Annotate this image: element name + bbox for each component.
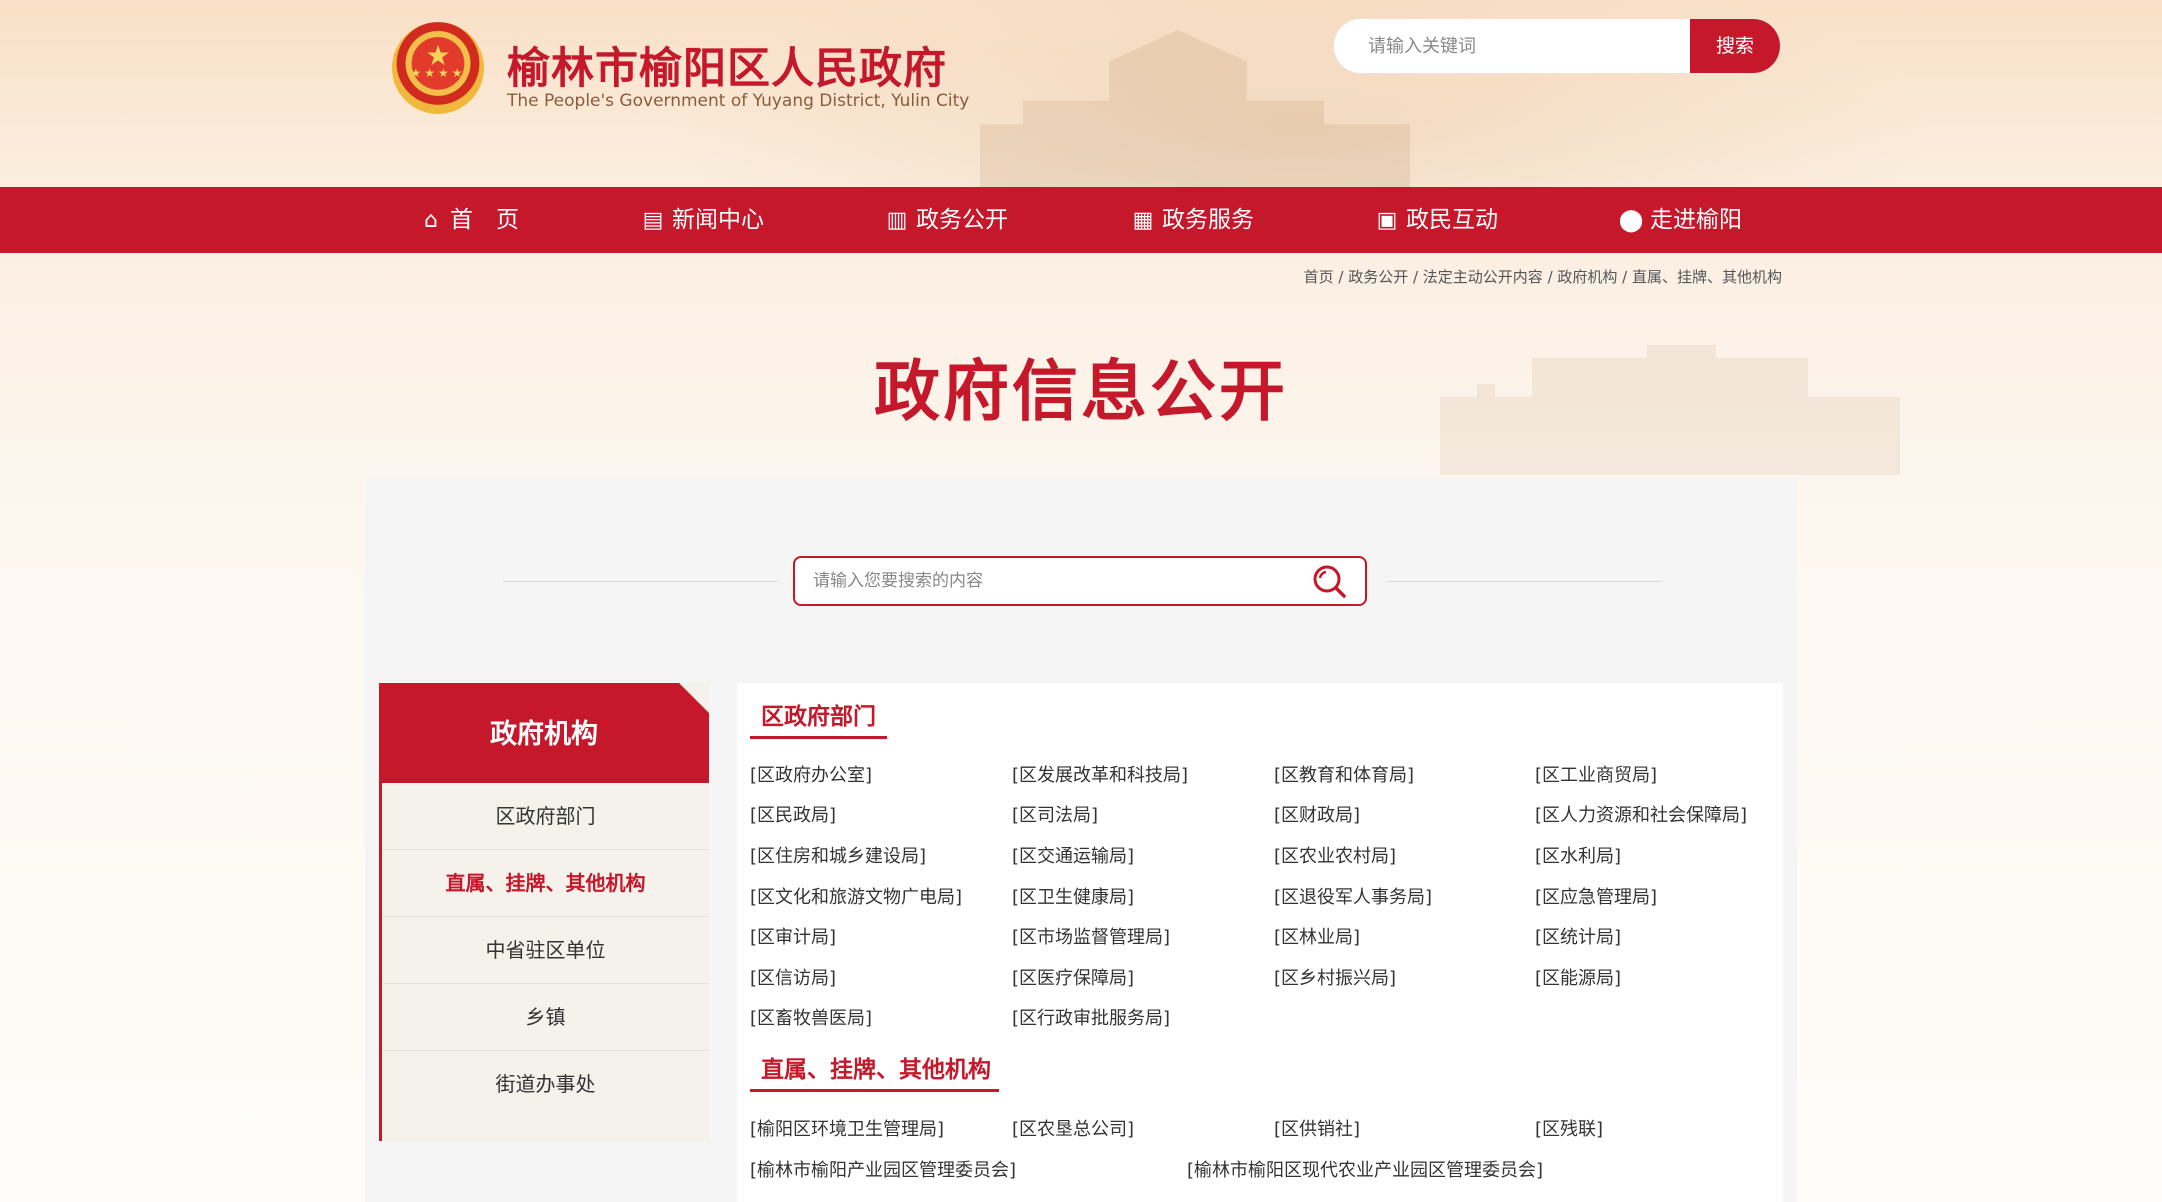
list-item[interactable]: [区工业商贸局] [1535, 761, 1657, 787]
keyword-search-input[interactable] [1334, 19, 1664, 73]
list-item[interactable]: [榆林市榆阳产业园区管理委员会] [750, 1156, 1016, 1182]
sidebar-item-affiliated-agencies[interactable]: 直属、挂牌、其他机构 [382, 850, 709, 917]
list-item[interactable]: [区水利局] [1535, 842, 1621, 868]
page-title: 政府信息公开 [874, 352, 1288, 430]
national-emblem-icon: ★ ★★★★ [392, 22, 484, 114]
list-item[interactable]: [区农业农村局] [1274, 842, 1396, 868]
list-item[interactable]: [榆阳区环境卫生管理局] [750, 1115, 944, 1141]
site-header: ★ ★★★★ 榆林市榆阳区人民政府 The People's Governmen… [0, 0, 2162, 187]
divider-right [1387, 581, 1662, 582]
divider-left [503, 581, 778, 582]
main-card: 政府机构 区政府部门 直属、挂牌、其他机构 中省驻区单位 乡镇 街道办事处 区政… [365, 478, 1797, 1202]
main-nav: ⌂ 首 页 ▤ 新闻中心 ▥ 政务公开 ▦ 政务服务 ▣ 政民互动 ⬤ 走进榆阳 [0, 187, 2162, 253]
home-icon: ⌂ [424, 208, 438, 233]
nav-item-gov-affairs[interactable]: ▥ 政务公开 [884, 187, 1008, 253]
list-item[interactable]: [区乡村振兴局] [1274, 964, 1396, 990]
list-item[interactable]: [区文化和旅游文物广电局] [750, 883, 962, 909]
sidebar-item-district-departments[interactable]: 区政府部门 [382, 783, 709, 850]
sidebar: 政府机构 区政府部门 直属、挂牌、其他机构 中省驻区单位 乡镇 街道办事处 [379, 683, 709, 1141]
list-item[interactable]: [区人力资源和社会保障局] [1535, 801, 1747, 827]
sidebar-header: 政府机构 [379, 683, 709, 783]
list-item[interactable]: [区司法局] [1012, 801, 1098, 827]
book-icon: ▥ [886, 208, 908, 233]
list-item[interactable]: [区行政审批服务局] [1012, 1004, 1170, 1030]
list-item[interactable]: [区农垦总公司] [1012, 1115, 1134, 1141]
search-button[interactable]: 搜索 [1690, 19, 1780, 73]
nav-item-about-yuyang[interactable]: ⬤ 走进榆阳 [1618, 187, 1742, 253]
list-item[interactable]: [区畜牧兽医局] [750, 1004, 872, 1030]
search-icon[interactable] [1311, 563, 1347, 599]
nav-item-interaction[interactable]: ▣ 政民互动 [1374, 187, 1498, 253]
sidebar-item-townships[interactable]: 乡镇 [382, 984, 709, 1051]
list-item[interactable]: [区退役军人事务局] [1274, 883, 1432, 909]
sidebar-item-provincial-units[interactable]: 中省驻区单位 [382, 917, 709, 984]
list-item[interactable]: [区发展改革和科技局] [1012, 761, 1188, 787]
section-underline [750, 736, 887, 739]
grid-icon: ▦ [1132, 208, 1154, 233]
list-item[interactable]: [区市场监督管理局] [1012, 923, 1170, 949]
nav-item-news[interactable]: ▤ 新闻中心 [640, 187, 764, 253]
section-title-district-departments: 区政府部门 [761, 704, 876, 730]
list-item[interactable]: [区政府办公室] [750, 761, 872, 787]
nav-item-home[interactable]: ⌂ 首 页 [418, 187, 519, 253]
list-item[interactable]: [区残联] [1535, 1115, 1603, 1141]
list-item[interactable]: [区供销社] [1274, 1115, 1360, 1141]
section-underline [750, 1089, 999, 1092]
list-item[interactable]: [区应急管理局] [1535, 883, 1657, 909]
breadcrumb[interactable]: 首页 / 政务公开 / 法定主动公开内容 / 政府机构 / 直属、挂牌、其他机构 [1304, 266, 1782, 287]
list-item[interactable]: [区审计局] [750, 923, 836, 949]
section-title-affiliated-agencies: 直属、挂牌、其他机构 [761, 1057, 991, 1083]
sidebar-item-street-offices[interactable]: 街道办事处 [382, 1051, 709, 1117]
org-content: 区政府部门 [区政府办公室] [区发展改革和科技局] [区教育和体育局] [区工… [737, 683, 1783, 1202]
list-item[interactable]: [区民政局] [750, 801, 836, 827]
site-subtitle: The People's Government of Yuyang Distri… [507, 91, 970, 111]
nav-item-gov-services[interactable]: ▦ 政务服务 [1130, 187, 1254, 253]
list-item[interactable]: [榆林市榆阳区现代农业产业园区管理委员会] [1187, 1156, 1543, 1182]
content-search [793, 556, 1367, 606]
location-pin-icon: ⬤ [1618, 208, 1644, 233]
list-item[interactable]: [区财政局] [1274, 801, 1360, 827]
header-search: 搜索 [1334, 19, 1780, 73]
content-search-input[interactable] [795, 558, 1295, 604]
list-item[interactable]: [区能源局] [1535, 964, 1621, 990]
list-item[interactable]: [区统计局] [1535, 923, 1621, 949]
list-item[interactable]: [区住房和城乡建设局] [750, 842, 926, 868]
news-icon: ▤ [642, 208, 664, 233]
list-item[interactable]: [区林业局] [1274, 923, 1360, 949]
chat-icon: ▣ [1376, 208, 1398, 233]
list-item[interactable]: [区医疗保障局] [1012, 964, 1134, 990]
list-item[interactable]: [区交通运输局] [1012, 842, 1134, 868]
list-item[interactable]: [区教育和体育局] [1274, 761, 1414, 787]
site-title: 榆林市榆阳区人民政府 [507, 44, 947, 94]
list-item[interactable]: [区卫生健康局] [1012, 883, 1134, 909]
list-item[interactable]: [区信访局] [750, 964, 836, 990]
